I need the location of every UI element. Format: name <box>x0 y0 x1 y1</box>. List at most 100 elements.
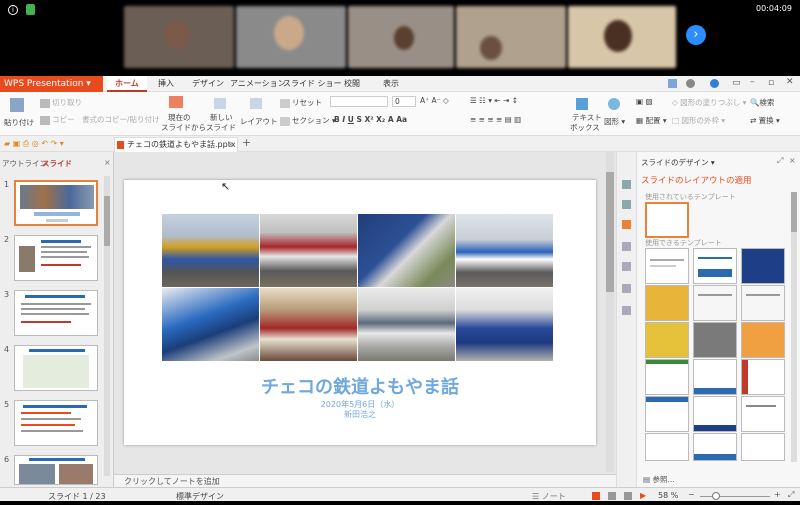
arrange-button[interactable]: ▦ 配置 ▾ <box>636 115 667 126</box>
template-thumb[interactable] <box>693 285 737 321</box>
close-icon[interactable]: ✕ <box>786 77 794 87</box>
sorter-view-icon[interactable] <box>608 492 616 500</box>
template-scrollbar[interactable] <box>791 192 797 462</box>
section-button[interactable]: セクション ▾ <box>280 115 336 126</box>
slide-author[interactable]: 新田浩之 <box>124 409 596 420</box>
template-thumb[interactable] <box>645 248 689 284</box>
textbox-label2[interactable]: ボックス <box>570 122 600 133</box>
close-panel-icon[interactable]: × <box>104 158 111 167</box>
template-thumb[interactable] <box>645 433 689 461</box>
participant-video[interactable] <box>124 6 234 68</box>
reading-view-icon[interactable] <box>624 492 632 500</box>
next-participants-button[interactable]: › <box>686 25 706 45</box>
slide-thumbnail[interactable] <box>14 235 98 281</box>
tab-outline[interactable]: アウトライン <box>2 158 47 169</box>
pane-icon[interactable] <box>622 306 631 315</box>
tab-slide[interactable]: スライド <box>42 158 72 169</box>
slide-thumbnail[interactable] <box>14 400 98 446</box>
template-thumb[interactable] <box>693 396 737 432</box>
skin-icon[interactable] <box>668 79 677 88</box>
cut-button[interactable]: 切り取り <box>40 97 82 108</box>
font-size-select[interactable]: 0 <box>392 96 416 107</box>
train-interior-photo[interactable] <box>456 288 553 361</box>
info-icon[interactable]: i <box>8 5 18 15</box>
participant-video[interactable] <box>568 6 676 68</box>
template-thumb[interactable] <box>693 248 737 284</box>
pane-icon[interactable] <box>622 242 631 251</box>
close-tab-icon[interactable]: × <box>227 138 234 151</box>
picture-icons[interactable]: ▣ ▧ <box>636 97 653 106</box>
template-thumb[interactable] <box>741 359 785 395</box>
quick-access-toolbar[interactable]: ▰ ▣ ⎙ ◎ ↶ ↷ ▾ <box>4 139 64 149</box>
template-thumb[interactable] <box>693 359 737 395</box>
template-thumb[interactable] <box>741 248 785 284</box>
from-current-label2[interactable]: スライドから <box>161 122 206 133</box>
design-pane-icon[interactable] <box>622 220 631 229</box>
thumbnail-scrollbar[interactable] <box>104 176 110 476</box>
new-slide-label2[interactable]: スライド <box>206 122 236 133</box>
font-name-select[interactable] <box>330 96 388 107</box>
close-panel-icon[interactable]: × <box>789 156 796 165</box>
template-thumb[interactable] <box>741 433 785 461</box>
slide-thumbnail[interactable] <box>14 345 98 391</box>
slide-thumbnail[interactable] <box>14 180 98 226</box>
used-template-thumb[interactable] <box>645 202 689 238</box>
editor-scrollbar[interactable] <box>606 152 614 472</box>
participant-video[interactable] <box>456 6 566 68</box>
paste-icon[interactable] <box>10 98 24 112</box>
font-style-buttons[interactable]: B I U S X² X₂ A Aa <box>334 115 407 124</box>
pane-icon[interactable] <box>622 200 631 209</box>
notes-pane[interactable]: クリックしてノートを追加 <box>114 474 616 487</box>
slide-thumbnail[interactable] <box>14 455 98 485</box>
maximize-icon[interactable]: ▫ <box>768 78 774 88</box>
pane-icon[interactable] <box>622 284 631 293</box>
user-icon[interactable] <box>686 79 695 88</box>
pane-icon[interactable] <box>622 180 631 189</box>
list-buttons[interactable]: ☰ ☷ ▾ ⇤ ⇥ ↕ <box>470 96 518 105</box>
normal-view-icon[interactable] <box>592 492 600 500</box>
replace-button[interactable]: ⇄ 置換 ▾ <box>750 115 780 126</box>
tab-review[interactable]: 校閲 <box>336 76 368 92</box>
minimize-icon[interactable]: – <box>750 77 755 87</box>
tab-view[interactable]: 表示 <box>375 76 407 92</box>
template-thumb[interactable] <box>741 285 785 321</box>
template-thumb[interactable] <box>645 359 689 395</box>
train-photo[interactable] <box>358 288 455 361</box>
fit-slide-icon[interactable]: ⤢ <box>788 490 794 500</box>
participant-video[interactable] <box>236 6 346 68</box>
tab-home[interactable]: ホーム <box>107 76 147 92</box>
template-thumb[interactable] <box>645 322 689 358</box>
template-thumb[interactable] <box>693 322 737 358</box>
slide-title[interactable]: チェコの鉄道よもやま話 <box>124 373 596 399</box>
template-thumb[interactable] <box>741 396 785 432</box>
shape-fill-button[interactable]: ◇ 図形の塗りつぶし ▾ <box>672 97 746 108</box>
browse-button[interactable]: ▤ 参照... <box>643 474 675 485</box>
tab-insert[interactable]: 挿入 <box>150 76 182 92</box>
train-photo[interactable] <box>162 214 259 287</box>
zoom-in-icon[interactable]: + <box>774 490 781 499</box>
undock-icon[interactable]: ⤢ <box>777 156 783 166</box>
copy-button[interactable]: コピー <box>40 114 75 125</box>
document-tab[interactable]: チェコの鉄道よもやま話.pptx × <box>114 137 238 152</box>
train-photo[interactable] <box>260 214 357 287</box>
zoom-slider[interactable] <box>700 496 770 497</box>
template-thumb[interactable] <box>645 285 689 321</box>
train-interior-photo[interactable] <box>260 288 357 361</box>
zoom-out-icon[interactable]: − <box>688 490 695 499</box>
template-thumb[interactable] <box>693 433 737 461</box>
pane-icon[interactable] <box>622 262 631 271</box>
panel-title[interactable]: スライドのデザイン ▾ <box>641 157 715 168</box>
wps-menu-button[interactable]: WPS Presentation ▾ <box>0 76 103 92</box>
slide-thumbnail[interactable] <box>14 290 98 336</box>
template-thumb[interactable] <box>645 396 689 432</box>
help-icon[interactable] <box>710 79 719 88</box>
zoom-slider-thumb[interactable] <box>712 492 720 500</box>
train-photo[interactable] <box>162 288 259 361</box>
current-slide[interactable]: チェコの鉄道よもやま話 2020年5月6日（水） 新田浩之 <box>124 180 596 445</box>
slideshow-play-icon[interactable]: ▶ <box>640 491 646 500</box>
reset-button[interactable]: リセット <box>280 97 322 108</box>
participant-video[interactable] <box>348 6 454 68</box>
layout-button[interactable]: レイアウト ▾ <box>240 116 284 127</box>
find-button[interactable]: 🔍検索 <box>750 97 774 108</box>
new-tab-icon[interactable]: + <box>242 136 251 149</box>
